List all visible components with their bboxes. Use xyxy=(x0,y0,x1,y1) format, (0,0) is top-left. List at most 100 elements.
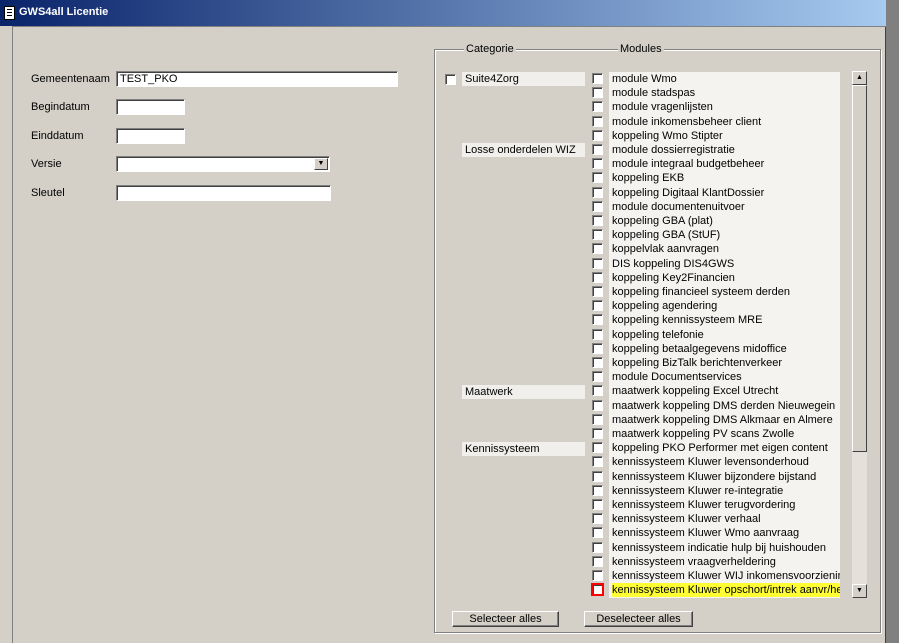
title-bar[interactable]: GWS4all Licentie xyxy=(0,0,886,26)
category-label: Maatwerk xyxy=(462,385,585,399)
scroll-down-icon[interactable]: ▼ xyxy=(852,584,867,598)
versie-select[interactable]: ▼ xyxy=(116,156,330,172)
einddatum-field[interactable] xyxy=(116,128,185,144)
module-checkbox[interactable] xyxy=(592,243,603,254)
module-label[interactable]: kennissysteem Kluwer levensonderhoud xyxy=(612,455,840,469)
module-checkbox[interactable] xyxy=(592,570,603,581)
module-label[interactable]: module vragenlijsten xyxy=(612,100,840,114)
module-label[interactable]: koppeling kennissysteem MRE xyxy=(612,313,840,327)
module-label[interactable]: koppeling GBA (plat) xyxy=(612,214,840,228)
module-label[interactable]: koppeling EKB xyxy=(612,171,840,185)
module-checkbox[interactable] xyxy=(592,314,603,325)
module-label[interactable]: koppeling BizTalk berichtenverkeer xyxy=(612,356,840,370)
category-label: Kennissysteem xyxy=(462,442,585,456)
module-checkbox[interactable] xyxy=(592,144,603,155)
module-label[interactable]: kennissysteem Kluwer Wmo aanvraag xyxy=(612,526,840,540)
module-checkbox[interactable] xyxy=(592,272,603,283)
module-label[interactable]: maatwerk koppeling DMS Alkmaar en Almere xyxy=(612,413,840,427)
module-checkbox[interactable] xyxy=(592,556,603,567)
module-label[interactable]: module Wmo xyxy=(612,72,840,86)
module-checkbox[interactable] xyxy=(592,471,603,482)
module-checkbox[interactable] xyxy=(592,343,603,354)
module-checkbox[interactable] xyxy=(592,158,603,169)
module-checkbox[interactable] xyxy=(592,87,603,98)
category-checkbox[interactable] xyxy=(445,74,456,85)
module-checkbox[interactable] xyxy=(592,286,603,297)
module-label[interactable]: module documentenuitvoer xyxy=(612,200,840,214)
module-checkbox[interactable] xyxy=(592,385,603,396)
module-checkbox[interactable] xyxy=(592,414,603,425)
module-checkbox[interactable] xyxy=(592,542,603,553)
module-label[interactable]: kennissysteem Kluwer bijzondere bijstand xyxy=(612,470,840,484)
module-checkbox[interactable] xyxy=(592,485,603,496)
module-checkbox[interactable] xyxy=(592,428,603,439)
module-checkbox[interactable] xyxy=(592,513,603,524)
module-label[interactable]: koppeling Digitaal KlantDossier xyxy=(612,186,840,200)
app-icon xyxy=(4,6,15,20)
sleutel-field[interactable] xyxy=(116,185,331,201)
module-label[interactable]: koppelvlak aanvragen xyxy=(612,242,840,256)
module-label[interactable]: maatwerk koppeling Excel Utrecht xyxy=(612,384,840,398)
modules-heading: Modules xyxy=(618,43,664,55)
module-label[interactable]: module dossierregistratie xyxy=(612,143,840,157)
begindatum-field[interactable] xyxy=(116,99,185,115)
module-label[interactable]: koppeling Key2Financien xyxy=(612,271,840,285)
module-label[interactable]: koppeling telefonie xyxy=(612,328,840,342)
module-label[interactable]: koppeling financieel systeem derden xyxy=(612,285,840,299)
module-checkbox[interactable] xyxy=(592,442,603,453)
module-label[interactable]: maatwerk koppeling PV scans Zwolle xyxy=(612,427,840,441)
module-checkbox[interactable] xyxy=(592,300,603,311)
module-checkbox[interactable] xyxy=(592,400,603,411)
module-checkbox[interactable] xyxy=(592,229,603,240)
module-label[interactable]: koppeling Wmo Stipter xyxy=(612,129,840,143)
chevron-down-icon[interactable]: ▼ xyxy=(314,158,328,170)
module-checkbox[interactable] xyxy=(592,187,603,198)
module-label[interactable]: kennissysteem indicatie hulp bij huishou… xyxy=(612,541,840,555)
scroll-up-icon[interactable]: ▲ xyxy=(852,71,867,85)
module-checkbox[interactable] xyxy=(592,499,603,510)
module-checkbox[interactable] xyxy=(592,371,603,382)
deselect-all-button[interactable]: Deselecteer alles xyxy=(584,611,693,627)
module-checkbox[interactable] xyxy=(591,583,604,596)
module-label[interactable]: kennissysteem Kluwer WIJ inkomensvoorzie… xyxy=(612,569,840,583)
gemeentenaam-field[interactable]: TEST_PKO xyxy=(116,71,398,87)
module-checkbox[interactable] xyxy=(592,73,603,84)
module-checkbox[interactable] xyxy=(592,258,603,269)
module-label[interactable]: koppeling agendering xyxy=(612,299,840,313)
module-checkbox[interactable] xyxy=(592,172,603,183)
module-checkbox[interactable] xyxy=(592,456,603,467)
module-label[interactable]: maatwerk koppeling DMS derden Nieuwegein xyxy=(612,399,840,413)
module-checkbox[interactable] xyxy=(592,527,603,538)
module-label[interactable]: kennissysteem Kluwer terugvordering xyxy=(612,498,840,512)
module-label[interactable]: koppeling GBA (StUF) xyxy=(612,228,840,242)
module-label[interactable]: kennissysteem Kluwer re-integratie xyxy=(612,484,840,498)
select-all-button[interactable]: Selecteer alles xyxy=(452,611,559,627)
module-checkbox[interactable] xyxy=(592,130,603,141)
modules-scrollbar[interactable]: ▲ ▼ xyxy=(852,71,867,598)
module-checkbox[interactable] xyxy=(592,201,603,212)
module-checkbox[interactable] xyxy=(592,215,603,226)
versie-label: Versie xyxy=(31,158,62,170)
module-label[interactable]: kennissysteem Kluwer verhaal xyxy=(612,512,840,526)
module-label[interactable]: koppeling betaalgegevens midoffice xyxy=(612,342,840,356)
category-label: Losse onderdelen WIZ xyxy=(462,143,585,157)
begindatum-label: Begindatum xyxy=(31,101,90,113)
module-checkbox[interactable] xyxy=(592,116,603,127)
module-label[interactable]: module inkomensbeheer client xyxy=(612,115,840,129)
sleutel-label: Sleutel xyxy=(31,187,65,199)
scroll-thumb[interactable] xyxy=(852,85,867,452)
module-label[interactable]: module integraal budgetbeheer xyxy=(612,157,840,171)
module-label[interactable]: kennissysteem vraagverheldering xyxy=(612,555,840,569)
window-title: GWS4all Licentie xyxy=(19,6,109,18)
categorie-heading: Categorie xyxy=(464,43,516,55)
module-label[interactable]: kennissysteem Kluwer opschort/intrek aan… xyxy=(612,583,840,597)
module-checkbox[interactable] xyxy=(592,101,603,112)
module-checkbox[interactable] xyxy=(592,357,603,368)
module-label[interactable]: module stadspas xyxy=(612,86,840,100)
module-checkbox[interactable] xyxy=(592,329,603,340)
einddatum-label: Einddatum xyxy=(31,130,84,142)
module-label[interactable]: DIS koppeling DIS4GWS xyxy=(612,257,840,271)
gemeentenaam-label: Gemeentenaam xyxy=(31,73,110,85)
module-label[interactable]: koppeling PKO Performer met eigen conten… xyxy=(612,441,840,455)
module-label[interactable]: module Documentservices xyxy=(612,370,840,384)
